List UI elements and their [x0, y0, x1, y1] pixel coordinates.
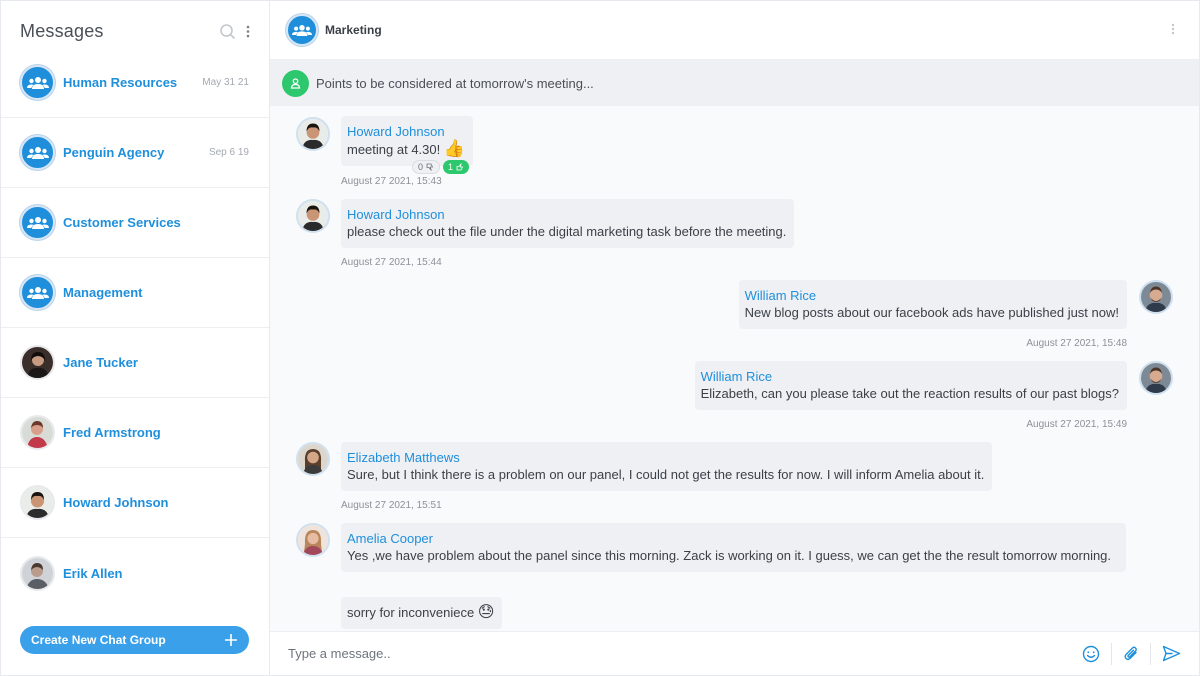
message-bubble: Howard Johnson please check out the file…: [341, 199, 795, 248]
conversation-name: Human Resources: [63, 75, 178, 90]
conversation-name: Penguin Agency: [63, 145, 165, 160]
group-icon: [26, 286, 49, 299]
message-bubble: William Rice New blog posts about our fa…: [738, 280, 1127, 329]
user-icon: [282, 69, 309, 97]
conversation-name: Howard Johnson: [63, 495, 169, 510]
thumbs-up-icon: [456, 163, 464, 171]
avatar: [296, 117, 330, 151]
chat-title: Marketing: [325, 23, 382, 37]
message-bubble: Amelia Cooper Yes ,we have problem about…: [341, 523, 1126, 572]
message-timestamp: August 27 2021, 15:43: [341, 176, 442, 187]
message-composer: [270, 631, 1199, 675]
group-icon: [26, 216, 49, 229]
more-vertical-icon[interactable]: [246, 25, 250, 38]
message-author[interactable]: Elizabeth Matthews: [347, 449, 984, 466]
smile-icon[interactable]: [1082, 645, 1100, 663]
sidebar-title: Messages: [20, 20, 104, 41]
more-vertical-icon[interactable]: [1171, 23, 1175, 35]
message-text: Yes ,we have problem about the panel sin…: [347, 548, 1112, 563]
message-timestamp: August 27 2021, 15:51: [341, 500, 442, 511]
chat-header: Marketing: [270, 1, 1199, 60]
message-bubble: William Rice Elizabeth, can you please t…: [694, 361, 1127, 410]
thumbs-up-emoji: 👍: [443, 139, 466, 158]
thumbs-down-icon: [426, 163, 434, 171]
group-avatar: [20, 65, 55, 100]
message-author[interactable]: Howard Johnson: [347, 123, 465, 140]
message-timestamp: August 27 2021, 15:48: [1026, 338, 1127, 349]
group-avatar: [286, 14, 318, 46]
conversation-date: Sep 6 19: [208, 147, 249, 158]
send-icon[interactable]: [1162, 645, 1181, 662]
conversation-date: May 31 21: [202, 77, 249, 88]
message-bubble: sorry for inconveniece 😓: [341, 597, 503, 629]
avatar: [296, 523, 330, 557]
sad-emoji: 😓: [477, 604, 495, 621]
message-timestamp: August 27 2021, 15:44: [341, 257, 442, 268]
message-author[interactable]: William Rice: [701, 368, 1119, 385]
message-text: sorry for inconveniece 😓: [347, 604, 495, 621]
like-reaction[interactable]: 1: [443, 160, 470, 174]
message-text: New blog posts about our facebook ads ha…: [744, 305, 1119, 320]
conversation-name: Jane Tucker: [63, 355, 138, 370]
conversation-item-jane-tucker[interactable]: Jane Tucker: [1, 328, 269, 398]
message-timestamp: August 27 2021, 15:49: [1026, 419, 1127, 430]
conversation-name: Erik Allen: [63, 565, 123, 581]
message-author[interactable]: William Rice: [745, 287, 1119, 304]
toolbar-divider: [1150, 642, 1151, 665]
message-author[interactable]: Amelia Cooper: [347, 530, 1118, 547]
chat-app: Messages Human Resources May 31 21 Pengu…: [0, 0, 1200, 676]
group-avatar: [20, 205, 55, 240]
group-icon: [26, 76, 49, 89]
conversation-item-fred-armstrong[interactable]: Fred Armstrong: [1, 398, 269, 468]
group-icon: [26, 146, 49, 159]
avatar: [20, 415, 55, 450]
search-icon[interactable]: [219, 23, 236, 40]
conversation-name: Management: [63, 285, 143, 300]
pinned-message-bar[interactable]: Points to be considered at tomorrow's me…: [270, 60, 1199, 106]
group-icon: [292, 24, 312, 36]
toolbar-divider: [1111, 642, 1112, 665]
conversation-name: Fred Armstrong: [63, 425, 161, 440]
chat-panel: Marketing Points to be considered at tom…: [270, 1, 1199, 675]
conversation-item-customer-services[interactable]: Customer Services: [1, 188, 269, 258]
paperclip-icon[interactable]: [1123, 645, 1139, 662]
message-bubble: Howard Johnson meeting at 4.30! 👍: [341, 116, 474, 166]
create-chat-group-button[interactable]: Create New Chat Group: [20, 626, 249, 654]
conversation-list: Human Resources May 31 21 Penguin Agency…: [1, 48, 269, 608]
plus-icon: [225, 634, 237, 646]
group-avatar: [20, 275, 55, 310]
avatar: [20, 345, 55, 380]
avatar: [1139, 280, 1173, 314]
dislike-reaction[interactable]: 0: [412, 160, 441, 174]
message-text: Sure, but I think there is a problem on …: [347, 467, 985, 482]
message-bubble: Elizabeth Matthews Sure, but I think the…: [341, 442, 993, 491]
avatar: [296, 199, 330, 233]
conversation-sidebar: Messages Human Resources May 31 21 Pengu…: [1, 1, 270, 675]
conversation-name: Customer Services: [63, 215, 181, 230]
conversation-item-howard-johnson[interactable]: Howard Johnson: [1, 468, 269, 538]
message-text: please check out the file under the digi…: [347, 224, 787, 239]
message-text: Elizabeth, can you please take out the r…: [700, 386, 1119, 401]
group-avatar: [20, 135, 55, 170]
message-list: Howard Johnson meeting at 4.30! 👍 0 1 Au…: [270, 107, 1199, 631]
conversation-item-management[interactable]: Management: [1, 258, 269, 328]
conversation-item-erik-allen[interactable]: Erik Allen: [1, 538, 269, 608]
reaction-bar: 0 1: [412, 160, 470, 174]
pinned-message-text: Points to be considered at tomorrow's me…: [316, 75, 594, 91]
conversation-item-human-resources[interactable]: Human Resources May 31 21: [1, 48, 269, 118]
message-author[interactable]: Howard Johnson: [347, 206, 786, 223]
conversation-item-penguin-agency[interactable]: Penguin Agency Sep 6 19: [1, 118, 269, 188]
avatar: [20, 555, 55, 591]
avatar: [20, 485, 55, 520]
create-chat-group-label: Create New Chat Group: [31, 633, 166, 647]
avatar: [1139, 361, 1173, 395]
avatar: [296, 442, 330, 476]
message-input[interactable]: [288, 646, 1082, 661]
message-text: meeting at 4.30! 👍: [347, 139, 466, 158]
